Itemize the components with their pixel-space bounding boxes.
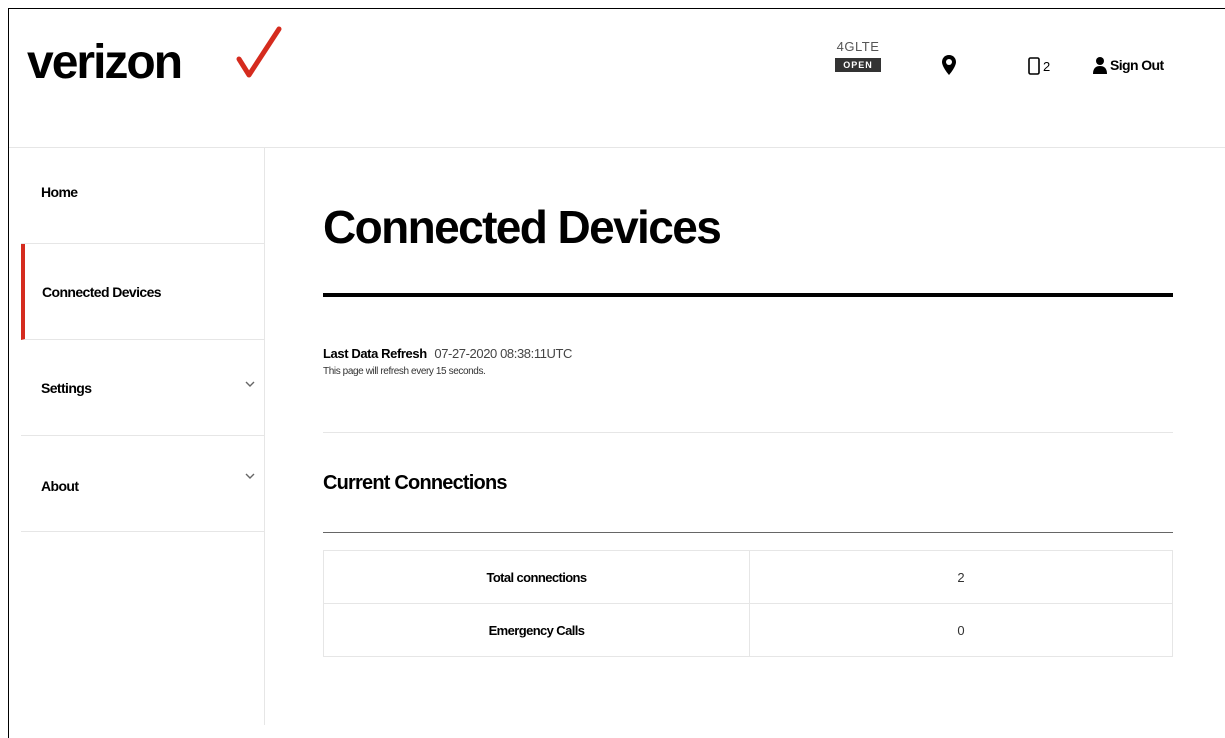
sidebar-item-connected-devices[interactable]: Connected Devices (21, 244, 264, 340)
title-divider (323, 293, 1173, 297)
table-cell-name: Emergency Calls (323, 603, 750, 657)
sidebar-item-label: Connected Devices (42, 284, 162, 300)
sidebar-item-settings[interactable]: Settings (21, 340, 264, 436)
connected-device-count[interactable]: 2 (1028, 57, 1050, 75)
network-status: 4GLTE OPEN (827, 39, 889, 73)
network-status-badge: OPEN (835, 58, 881, 72)
last-refresh: Last Data Refresh 07-27-2020 08:38:11UTC (323, 346, 572, 361)
section-title-divider (323, 532, 1173, 533)
top-header: verizon 4GLTE OPEN 2 Sign Out (9, 9, 1225, 148)
table-cell-value: 0 (749, 603, 1173, 657)
connections-table: Total connections 2 Emergency Calls 0 (323, 550, 1173, 657)
sidebar-item-home[interactable]: Home (21, 148, 264, 244)
sign-out-button[interactable]: Sign Out (1092, 56, 1164, 74)
sidebar-item-label: Home (41, 184, 78, 200)
table-cell-value: 2 (749, 550, 1173, 604)
user-icon (1093, 57, 1107, 74)
checkmark-logo-icon (236, 26, 282, 78)
logo-text: verizon (27, 36, 183, 89)
sign-out-label: Sign Out (1110, 57, 1164, 73)
section-title: Current Connections (323, 472, 508, 494)
table-cell-name: Total connections (323, 550, 750, 604)
verizon-logo[interactable]: verizon (27, 26, 282, 89)
sidebar-item-label: About (41, 478, 79, 494)
section-divider (323, 432, 1173, 433)
table-row: Emergency Calls 0 (323, 603, 1173, 657)
chevron-down-icon (245, 381, 255, 387)
chevron-down-icon (245, 473, 255, 479)
last-refresh-value: 07-27-2020 08:38:11UTC (434, 346, 573, 361)
device-phone-icon (1028, 57, 1040, 75)
table-row: Total connections 2 (323, 550, 1173, 604)
sidebar-item-label: Settings (41, 380, 92, 396)
sidebar-nav: Home Connected Devices Settings About (9, 148, 265, 725)
sidebar-item-about[interactable]: About (21, 436, 264, 532)
page-title: Connected Devices (323, 201, 722, 253)
refresh-note: This page will refresh every 15 seconds. (323, 366, 486, 377)
location-pin-icon[interactable] (940, 54, 958, 76)
network-type: 4GLTE (836, 39, 880, 54)
last-refresh-label: Last Data Refresh (323, 346, 427, 361)
device-count-value: 2 (1043, 58, 1051, 74)
